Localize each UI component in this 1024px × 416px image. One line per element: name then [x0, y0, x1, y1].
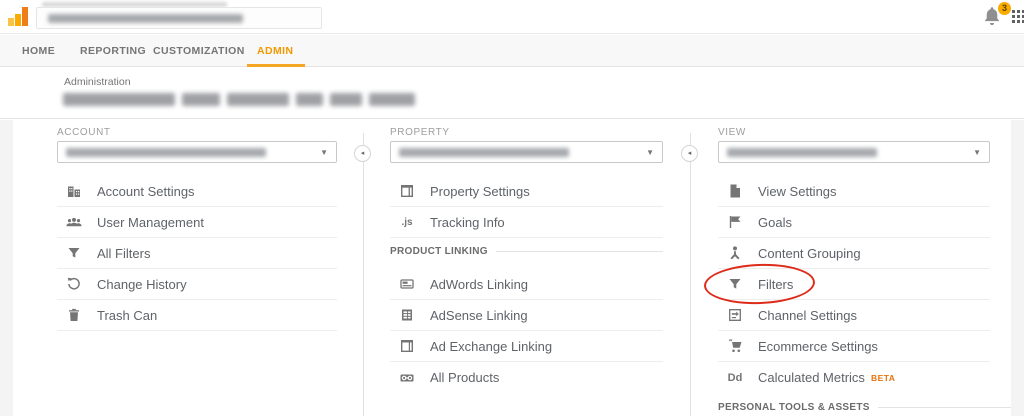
column-divider — [363, 133, 364, 416]
notification-count-badge: 3 — [998, 2, 1011, 15]
menu-item-property-settings[interactable]: Property Settings — [390, 176, 663, 207]
menu-item-channel-settings[interactable]: Channel Settings — [718, 300, 990, 331]
menu-item-adwords-linking[interactable]: AdWords Linking — [390, 269, 663, 300]
beta-badge: BETA — [871, 373, 896, 383]
menu-item-label: Change History — [97, 277, 187, 292]
page-header: Administration — [0, 68, 1024, 119]
main-nav: HOME REPORTING CUSTOMIZATION ADMIN — [0, 35, 1024, 67]
funnel-icon — [726, 276, 744, 292]
menu-item-ad-exchange-linking[interactable]: Ad Exchange Linking — [390, 331, 663, 362]
view-column-label: VIEW — [718, 127, 746, 138]
chevron-down-icon: ▼ — [973, 148, 981, 157]
menu-item-label: AdSense Linking — [430, 308, 528, 323]
flag-icon — [726, 214, 744, 230]
menu-item-label: Ecommerce Settings — [758, 339, 878, 354]
funnel-icon — [65, 245, 83, 261]
menu-item-label: All Filters — [97, 246, 150, 261]
adsense-grid-icon — [398, 307, 416, 323]
menu-item-user-management[interactable]: User Management — [57, 207, 337, 238]
chevron-down-icon: ▼ — [320, 148, 328, 157]
menu-item-all-products[interactable]: All Products — [390, 362, 663, 393]
menu-item-label: Trash Can — [97, 308, 157, 323]
menu-item-label: AdWords Linking — [430, 277, 528, 292]
menu-item-ecommerce-settings[interactable]: Ecommerce Settings — [718, 331, 990, 362]
property-dropdown[interactable]: ▼ — [390, 141, 663, 163]
menu-item-label: User Management — [97, 215, 204, 230]
top-bar: 3 — [0, 0, 1024, 34]
account-dropdown[interactable]: ▼ — [57, 141, 337, 163]
menu-item-goals[interactable]: Goals — [718, 207, 990, 238]
page-title: Administration — [64, 76, 131, 88]
collapse-column-button[interactable]: ◂ — [354, 145, 371, 162]
menu-item-label: All Products — [430, 370, 499, 385]
dd-icon: Dd — [726, 370, 744, 386]
product-linking-section-header: PRODUCT LINKING — [390, 246, 663, 257]
person-split-icon — [726, 245, 744, 261]
left-gutter — [0, 120, 13, 416]
tab-admin-active[interactable]: ADMIN — [257, 35, 293, 67]
property-column-label: PROPERTY — [390, 127, 450, 138]
apps-grid-icon[interactable] — [1012, 10, 1024, 23]
redacted-view-value — [727, 148, 877, 157]
menu-item-tracking-info[interactable]: .js Tracking Info — [390, 207, 663, 238]
tab-customization[interactable]: CUSTOMIZATION — [153, 35, 245, 67]
building-icon — [65, 183, 83, 199]
history-icon — [65, 276, 83, 292]
google-analytics-admin-screen: 3 HOME REPORTING CUSTOMIZATION ADMIN Adm… — [0, 0, 1024, 416]
account-selector[interactable] — [36, 7, 322, 29]
view-dropdown[interactable]: ▼ — [718, 141, 990, 163]
menu-item-label: Account Settings — [97, 184, 195, 199]
window-icon — [398, 183, 416, 199]
channel-icon — [726, 307, 744, 323]
menu-item-all-filters[interactable]: All Filters — [57, 238, 337, 269]
notifications-button[interactable]: 3 — [981, 5, 1007, 31]
menu-item-label: Filters — [758, 277, 793, 292]
analytics-logo-icon — [8, 7, 30, 26]
redacted-property-value — [399, 148, 569, 157]
menu-item-label: Goals — [758, 215, 792, 230]
trash-icon — [65, 307, 83, 323]
menu-item-label: Calculated Metrics — [758, 370, 865, 385]
account-column-label: ACCOUNT — [57, 127, 111, 138]
menu-item-label: Content Grouping — [758, 246, 861, 261]
menu-item-label: Tracking Info — [430, 215, 505, 230]
menu-item-calculated-metrics[interactable]: Dd Calculated Metrics BETA — [718, 362, 990, 393]
collapse-column-button[interactable]: ◂ — [681, 145, 698, 162]
menu-item-account-settings[interactable]: Account Settings — [57, 176, 337, 207]
link-icon — [398, 370, 416, 386]
redacted-account-value — [66, 148, 266, 157]
menu-item-change-history[interactable]: Change History — [57, 269, 337, 300]
right-gutter — [1011, 120, 1024, 416]
redacted-property-title — [63, 93, 415, 106]
ad-exchange-window-icon — [398, 338, 416, 354]
tab-reporting[interactable]: REPORTING — [80, 35, 146, 67]
personal-tools-section-header: PERSONAL TOOLS & ASSETS — [718, 402, 1011, 413]
menu-item-adsense-linking[interactable]: AdSense Linking — [390, 300, 663, 331]
menu-item-label: Ad Exchange Linking — [430, 339, 552, 354]
adwords-card-icon — [398, 276, 416, 292]
redacted-account-name — [48, 14, 243, 23]
menu-item-view-settings[interactable]: View Settings — [718, 176, 990, 207]
column-divider — [690, 133, 691, 416]
menu-item-trash-can[interactable]: Trash Can — [57, 300, 337, 331]
menu-item-label: Property Settings — [430, 184, 530, 199]
menu-item-filters[interactable]: Filters — [718, 269, 990, 300]
js-icon: .js — [398, 214, 416, 230]
document-icon — [726, 183, 744, 199]
people-icon — [65, 214, 83, 230]
chevron-down-icon: ▼ — [646, 148, 654, 157]
menu-item-label: Channel Settings — [758, 308, 857, 323]
active-tab-underline — [247, 64, 305, 67]
menu-item-content-grouping[interactable]: Content Grouping — [718, 238, 990, 269]
tab-home[interactable]: HOME — [22, 35, 55, 67]
menu-item-label: View Settings — [758, 184, 837, 199]
cart-icon — [726, 338, 744, 354]
